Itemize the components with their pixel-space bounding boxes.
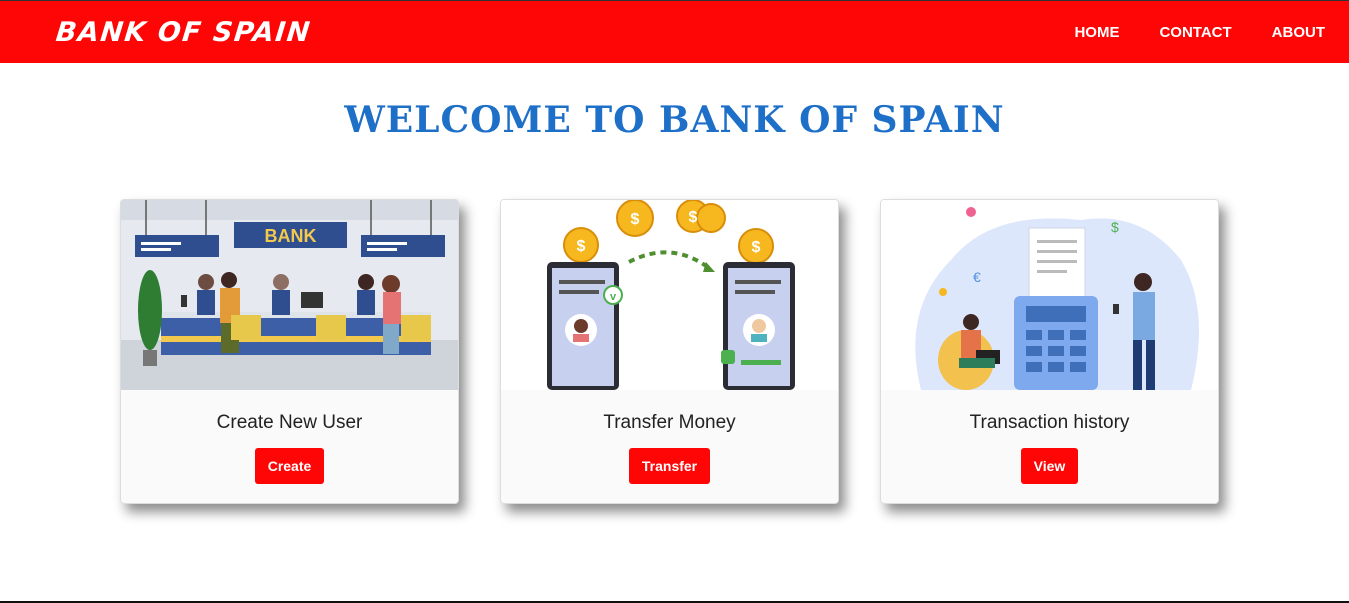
nav-home-link[interactable]: HOME: [1074, 24, 1119, 41]
create-user-card-body: Create New User Create: [121, 390, 458, 503]
page: BANK OF SPAIN HOME CONTACT ABOUT WELCOME…: [0, 0, 1349, 603]
history-illustration: $ €: [881, 200, 1218, 390]
nav-links: HOME CONTACT ABOUT: [1074, 24, 1325, 41]
svg-text:$: $: [577, 238, 586, 255]
svg-text:$: $: [752, 239, 761, 256]
transfer-money-card: $ $ $ $ v Transfer Money Transfer: [500, 199, 839, 504]
nav-about-link[interactable]: ABOUT: [1272, 24, 1325, 41]
cards-row: BANK Create New User Create $ $ $ $ v Tr…: [120, 199, 1219, 504]
transfer-button[interactable]: Transfer: [628, 448, 711, 484]
nav-contact-link[interactable]: CONTACT: [1159, 24, 1231, 41]
bank-illustration: BANK: [121, 200, 458, 390]
navbar: BANK OF SPAIN HOME CONTACT ABOUT: [0, 1, 1349, 63]
transfer-illustration: $ $ $ $ v: [501, 200, 838, 390]
welcome-heading: WELCOME TO BANK OF SPAIN: [344, 99, 1005, 141]
svg-text:€: €: [973, 269, 981, 285]
view-button[interactable]: View: [1020, 448, 1079, 484]
create-user-card: BANK Create New User Create: [120, 199, 459, 504]
svg-text:$: $: [689, 209, 698, 226]
svg-text:$: $: [631, 211, 640, 228]
svg-text:v: v: [610, 291, 617, 303]
bank-sign-text: BANK: [265, 226, 317, 246]
card-title: Transaction history: [969, 412, 1130, 433]
transaction-history-card-body: Transaction history View: [881, 390, 1218, 503]
card-title: Create New User: [216, 412, 363, 433]
card-title: Transfer Money: [603, 412, 736, 433]
brand-logo[interactable]: BANK OF SPAIN: [54, 17, 312, 48]
transaction-history-card: $ € Transaction history View: [880, 199, 1219, 504]
svg-text:$: $: [1111, 219, 1119, 235]
transfer-money-card-body: Transfer Money Transfer: [501, 390, 838, 503]
create-button[interactable]: Create: [254, 448, 325, 484]
